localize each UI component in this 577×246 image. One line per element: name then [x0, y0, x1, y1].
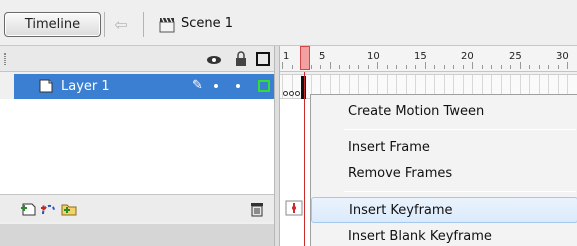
ruler-tick	[320, 65, 321, 69]
ruler-tick	[415, 65, 416, 69]
ruler-tick	[396, 65, 397, 69]
visibility-dot[interactable]	[214, 84, 218, 88]
menu-item-insert-blank-keyframe[interactable]: Insert Blank Keyframe	[311, 224, 577, 246]
center-frame-icon[interactable]	[285, 200, 303, 216]
outline-icon[interactable]	[255, 51, 271, 67]
ruler-tick	[510, 65, 511, 69]
layer-icon	[39, 79, 53, 93]
ruler-tick	[481, 65, 483, 69]
new-layer-icon[interactable]	[20, 200, 38, 218]
timeline-toolbar: Timeline ⇦ Scene 1	[0, 0, 577, 46]
menu-item-create-motion-tween[interactable]: Create Motion Tween	[311, 99, 577, 125]
motion-guide-icon[interactable]	[40, 200, 58, 218]
frame-number: 5	[319, 51, 326, 62]
menu-item-insert-keyframe[interactable]: Insert Keyframe	[311, 197, 577, 223]
timeline-toggle-button[interactable]: Timeline	[4, 12, 101, 37]
menu-separator	[344, 191, 576, 192]
ruler-tick	[472, 62, 473, 69]
frame-ruler[interactable]: 1 5 10 15 20 25 30	[280, 46, 577, 72]
ruler-tick	[519, 62, 521, 69]
playhead-line	[304, 72, 305, 246]
layer-panel-scroll-area	[0, 224, 274, 246]
trash-icon[interactable]	[248, 200, 266, 218]
ruler-tick	[567, 62, 568, 69]
menu-item-insert-frame[interactable]: Insert Frame	[311, 135, 577, 161]
panel-grip[interactable]	[4, 53, 6, 65]
ruler-tick	[424, 62, 426, 69]
ruler-tick	[491, 65, 492, 69]
ruler-tick	[367, 65, 369, 69]
frame-number: 10	[367, 51, 380, 62]
ruler-tick	[291, 65, 293, 69]
layer-name[interactable]: Layer 1	[61, 79, 110, 94]
ruler-tick	[377, 62, 378, 69]
frame-context-menu: Create Motion Tween Insert Frame Remove …	[310, 94, 577, 246]
outline-color-swatch[interactable]	[258, 80, 270, 92]
toolbar-separator	[104, 12, 105, 37]
keyframe-dot[interactable]	[295, 91, 300, 96]
ruler-tick	[529, 65, 530, 69]
keyframe-dot[interactable]	[289, 91, 294, 96]
ruler-tick	[500, 65, 502, 69]
frame-number: 30	[556, 51, 569, 62]
ruler-tick	[443, 65, 445, 69]
scene-name[interactable]: Scene 1	[181, 16, 233, 31]
frame-number: 20	[461, 51, 474, 62]
layer-row[interactable]: Layer 1 ✎	[14, 74, 274, 99]
ruler-tick	[453, 65, 454, 69]
ruler-tick	[538, 65, 540, 69]
ruler-tick	[386, 65, 388, 69]
keyframe-dot[interactable]	[283, 91, 288, 96]
ruler-tick	[282, 62, 283, 69]
clapperboard-icon	[159, 17, 175, 33]
layer-panel-header	[0, 46, 274, 72]
ruler-tick	[557, 65, 559, 69]
frame-cell-divider	[282, 75, 283, 99]
timeline-empty-area	[280, 99, 310, 246]
frame-number: 1	[283, 51, 290, 62]
ruler-tick	[462, 65, 464, 69]
pencil-icon: ✎	[192, 78, 203, 93]
layer-list-empty-area	[0, 99, 274, 194]
ruler-tick	[348, 65, 350, 69]
ruler-tick	[329, 62, 331, 69]
frame-number: 15	[414, 51, 427, 62]
layer-panel-footer	[0, 194, 274, 222]
lock-icon[interactable]	[233, 51, 249, 67]
lock-dot[interactable]	[236, 84, 240, 88]
menu-item-remove-frames[interactable]: Remove Frames	[311, 161, 577, 187]
ruler-tick	[358, 65, 359, 69]
ruler-tick	[548, 65, 549, 69]
playhead[interactable]	[300, 46, 310, 70]
ruler-tick	[310, 65, 312, 69]
menu-separator	[344, 129, 576, 130]
eye-icon[interactable]	[206, 51, 222, 67]
toolbar-separator	[143, 12, 144, 37]
ruler-tick	[339, 65, 340, 69]
new-folder-icon[interactable]	[60, 200, 78, 218]
ruler-tick	[405, 65, 407, 69]
frame-number: 25	[509, 51, 522, 62]
ruler-tick	[434, 65, 435, 69]
left-arrow-icon[interactable]: ⇦	[110, 15, 132, 35]
